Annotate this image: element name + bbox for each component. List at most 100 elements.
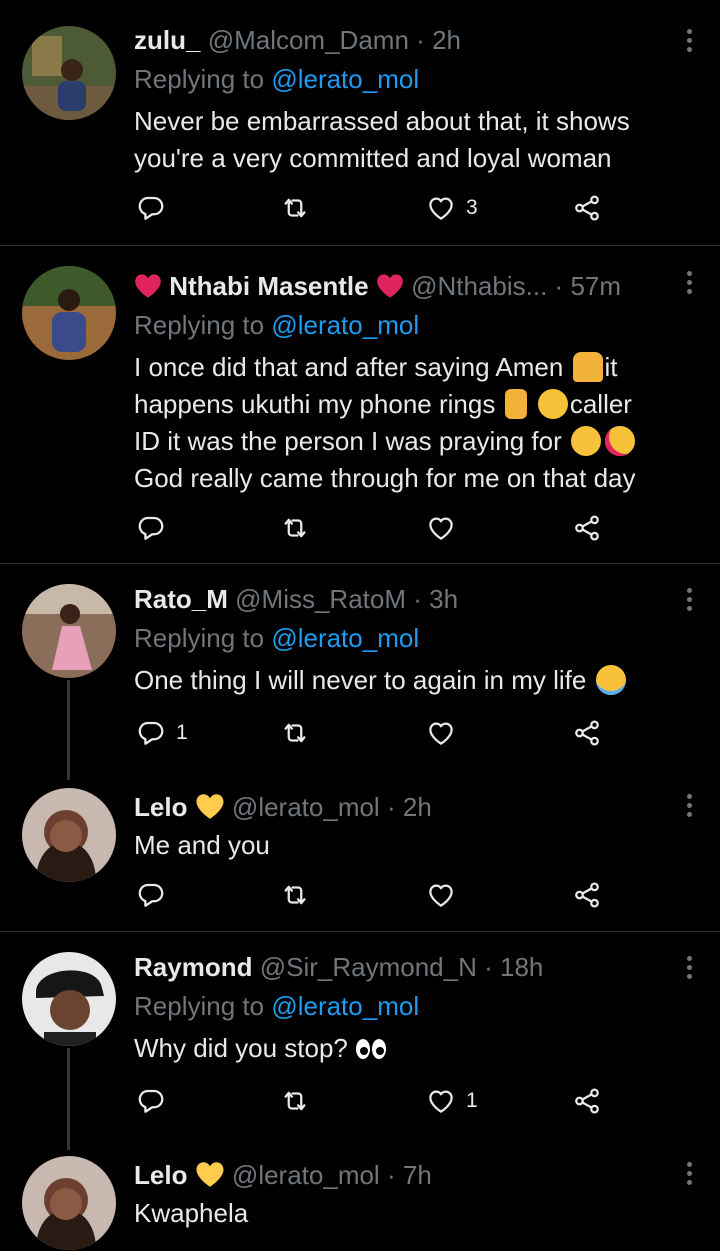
reply-button[interactable]	[136, 875, 166, 915]
timestamp[interactable]: 3h	[429, 584, 458, 614]
more-icon[interactable]	[684, 29, 694, 56]
timestamp[interactable]: 57m	[570, 271, 621, 301]
user-handle[interactable]: @lerato_mol	[232, 1160, 380, 1190]
separator: ·	[386, 1160, 396, 1190]
timestamp[interactable]: 18h	[500, 952, 543, 982]
replying-label: Replying to	[134, 991, 265, 1021]
like-button[interactable]	[426, 713, 456, 753]
share-button[interactable]	[572, 188, 602, 228]
reply-icon	[136, 718, 166, 748]
share-button[interactable]	[572, 875, 602, 915]
user-handle[interactable]: @Miss_RatoM	[235, 584, 406, 614]
praying-hands-icon	[572, 352, 603, 382]
replying-to: Replying to @lerato_mol	[134, 988, 419, 1024]
timestamp[interactable]: 7h	[403, 1160, 432, 1190]
grinning-face-icon	[570, 426, 601, 456]
reply-button[interactable]	[136, 508, 166, 548]
like-icon	[426, 718, 456, 748]
reply-button[interactable]	[136, 1081, 166, 1121]
display-name[interactable]: Rato_M	[134, 584, 228, 614]
text-segment: I once did that and after saying Amen	[134, 352, 564, 382]
mention-link[interactable]: @lerato_mol	[271, 310, 419, 340]
retweet-button[interactable]	[280, 713, 310, 753]
tweet[interactable]: Rato_M @Miss_RatoM · 3h Replying to @ler…	[0, 564, 720, 764]
user-handle[interactable]: @Nthabis...	[411, 271, 547, 301]
text-line: God really came through for me on that d…	[134, 463, 636, 493]
display-name[interactable]: Nthabi Masentle	[169, 271, 368, 301]
avatar[interactable]	[22, 952, 116, 1046]
text-segment: it	[604, 352, 618, 382]
tweet-actions	[134, 875, 614, 915]
tweet-text: Never be embarrassed about that, it show…	[134, 103, 690, 177]
share-button[interactable]	[572, 1081, 602, 1121]
like-button[interactable]: 3	[426, 188, 478, 228]
crossed-fingers-icon	[504, 389, 527, 419]
heart-eyes-face-icon	[604, 426, 635, 456]
avatar[interactable]	[22, 1156, 116, 1250]
replying-label: Replying to	[134, 64, 265, 94]
mention-link[interactable]: @lerato_mol	[271, 991, 419, 1021]
timestamp[interactable]: 2h	[432, 25, 461, 55]
yellow-heart-icon	[196, 794, 224, 819]
retweet-button[interactable]	[280, 188, 310, 228]
reply-button[interactable]: 1	[136, 713, 188, 753]
retweet-button[interactable]	[280, 1081, 310, 1121]
retweet-icon	[280, 1086, 310, 1116]
tweet[interactable]: Raymond @Sir_Raymond_N · 18h Replying to…	[0, 932, 720, 1132]
tweet[interactable]: Nthabi Masentle @Nthabis... · 57m Replyi…	[0, 246, 720, 563]
timestamp[interactable]: 2h	[403, 792, 432, 822]
more-icon[interactable]	[684, 956, 694, 983]
like-button[interactable]	[426, 875, 456, 915]
text-segment: happens ukuthi my phone rings	[134, 389, 496, 419]
like-button[interactable]: 1	[426, 1081, 478, 1121]
retweet-icon	[280, 193, 310, 223]
tweet-actions: 3	[134, 188, 614, 228]
share-button[interactable]	[572, 508, 602, 548]
tears-of-joy-face-icon	[595, 665, 626, 695]
eyes-icon	[355, 1033, 387, 1070]
like-count: 1	[466, 1089, 478, 1112]
mention-link[interactable]: @lerato_mol	[271, 64, 419, 94]
avatar[interactable]	[22, 584, 116, 678]
separator: ·	[554, 271, 564, 301]
reply-icon	[136, 880, 166, 910]
tweet[interactable]: zulu_ @Malcom_Damn · 2h Replying to @ler…	[0, 0, 720, 245]
avatar[interactable]	[22, 26, 116, 120]
replying-label: Replying to	[134, 623, 265, 653]
tweet[interactable]: Lelo @lerato_mol · 2h Me and you	[0, 770, 720, 930]
avatar[interactable]	[22, 788, 116, 882]
display-name[interactable]: Lelo	[134, 792, 187, 822]
user-handle[interactable]: @lerato_mol	[232, 792, 380, 822]
tweet-header: Rato_M @Miss_RatoM · 3h	[134, 581, 660, 617]
yellow-heart-icon	[196, 1162, 224, 1187]
retweet-button[interactable]	[280, 508, 310, 548]
user-handle[interactable]: @Malcom_Damn	[208, 25, 409, 55]
reply-button[interactable]	[136, 188, 166, 228]
retweet-icon	[280, 513, 310, 543]
text-line: you're a very committed and loyal woman	[134, 143, 612, 173]
reply-icon	[136, 513, 166, 543]
mention-link[interactable]: @lerato_mol	[271, 623, 419, 653]
replying-to: Replying to @lerato_mol	[134, 620, 419, 656]
share-icon	[572, 718, 602, 748]
tweet[interactable]: Lelo @lerato_mol · 7h Kwaphela	[0, 1138, 720, 1251]
display-name[interactable]: Lelo	[134, 1160, 187, 1190]
display-name[interactable]: Raymond	[134, 952, 252, 982]
more-icon[interactable]	[684, 271, 694, 298]
tweet-text: One thing I will never to again in my li…	[134, 662, 690, 699]
more-icon[interactable]	[684, 1162, 694, 1189]
separator: ·	[413, 584, 422, 614]
separator: ·	[484, 952, 493, 982]
like-icon	[426, 880, 456, 910]
user-handle[interactable]: @Sir_Raymond_N	[260, 952, 477, 982]
more-icon[interactable]	[684, 588, 694, 615]
retweet-icon	[280, 880, 310, 910]
avatar[interactable]	[22, 266, 116, 360]
more-icon[interactable]	[684, 794, 694, 821]
separator: ·	[416, 25, 425, 55]
like-button[interactable]	[426, 508, 456, 548]
display-name[interactable]: zulu_	[134, 25, 200, 55]
retweet-button[interactable]	[280, 875, 310, 915]
like-count: 3	[466, 196, 478, 219]
share-button[interactable]	[572, 713, 602, 753]
